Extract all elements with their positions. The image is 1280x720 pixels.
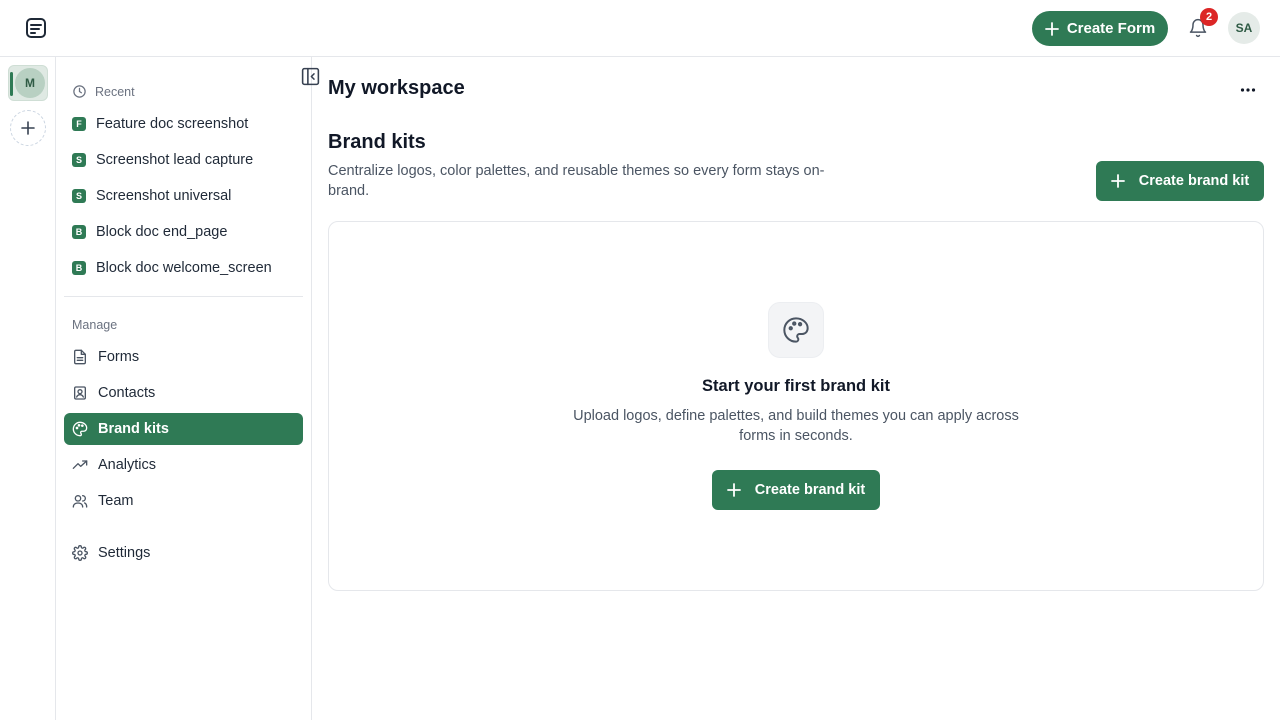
create-brand-kit-label: Create brand kit [1138, 173, 1250, 189]
workspace-switcher-active[interactable]: M [8, 65, 48, 101]
sidebar-divider [64, 296, 303, 297]
form-badge: F [72, 117, 86, 131]
recent-item-label: Screenshot lead capture [96, 152, 254, 168]
sidebar-item-label: Analytics [98, 457, 157, 473]
plus-icon [21, 121, 35, 135]
manage-section-label: Manage [72, 318, 118, 332]
plus-icon [1110, 174, 1125, 188]
clock-icon [72, 84, 87, 99]
recent-item-label: Block doc end_page [96, 224, 228, 240]
document-icon [72, 349, 88, 365]
create-form-label: Create Form [1066, 20, 1156, 37]
palette-icon [768, 302, 824, 358]
workspace-avatar: M [15, 68, 45, 98]
empty-state-create-brand-kit-button[interactable]: Create brand kit [712, 470, 880, 510]
palette-icon [72, 421, 88, 437]
sidebar-item-team[interactable]: Team [64, 485, 303, 517]
recent-item[interactable]: S Screenshot lead capture [72, 149, 253, 171]
sidebar-item-label: Team [98, 493, 134, 509]
app-logo-icon[interactable] [24, 16, 48, 40]
sidebar-item-contacts[interactable]: Contacts [64, 377, 303, 409]
empty-state-title: Start your first brand kit [702, 377, 890, 395]
create-brand-kit-label: Create brand kit [754, 482, 866, 498]
user-avatar[interactable]: SA [1228, 12, 1260, 44]
more-options-icon[interactable] [1238, 80, 1258, 100]
empty-state-description: Upload logos, define palettes, and build… [573, 408, 1019, 444]
form-badge: S [72, 189, 86, 203]
active-indicator [10, 72, 13, 96]
plus-icon [1044, 21, 1059, 36]
contacts-icon [72, 385, 88, 401]
recent-item[interactable]: F Feature doc screenshot [72, 113, 248, 135]
users-icon [72, 493, 88, 509]
sidebar-item-label: Forms [98, 349, 140, 365]
recent-item-label: Screenshot universal [96, 188, 232, 204]
workspace-rail: M [0, 57, 56, 720]
create-brand-kit-button[interactable]: Create brand kit [1096, 161, 1264, 201]
recent-item[interactable]: B Block doc end_page [72, 221, 227, 243]
section-description: Centralize logos, color palettes, and re… [328, 163, 825, 199]
recent-item[interactable]: S Screenshot universal [72, 185, 231, 207]
plus-icon [726, 483, 741, 497]
sidebar-item-brand-kits[interactable]: Brand kits [64, 413, 303, 445]
recent-item-label: Feature doc screenshot [96, 116, 249, 132]
sidebar-item-settings[interactable]: Settings [64, 537, 303, 569]
gear-icon [72, 545, 88, 561]
form-badge: B [72, 261, 86, 275]
page-title: My workspace [328, 77, 465, 99]
trend-icon [72, 457, 88, 473]
notification-badge: 2 [1200, 8, 1218, 26]
recent-item-label: Block doc welcome_screen [96, 260, 272, 276]
sidebar-item-forms[interactable]: Forms [64, 341, 303, 373]
create-form-button[interactable]: Create Form [1032, 11, 1168, 46]
sidebar-item-label: Settings [98, 545, 151, 561]
collapse-sidebar-icon[interactable] [300, 66, 321, 87]
top-bar: Create Form 2 SA [0, 0, 1280, 57]
sidebar-item-label: Brand kits [98, 421, 169, 437]
sidebar-item-label: Contacts [98, 385, 156, 401]
form-badge: S [72, 153, 86, 167]
add-workspace-button[interactable] [10, 110, 46, 146]
recent-item[interactable]: B Block doc welcome_screen [72, 257, 272, 279]
recent-section-label: Recent [72, 84, 135, 99]
sidebar-item-analytics[interactable]: Analytics [64, 449, 303, 481]
section-title: Brand kits [328, 131, 426, 153]
form-badge: B [72, 225, 86, 239]
